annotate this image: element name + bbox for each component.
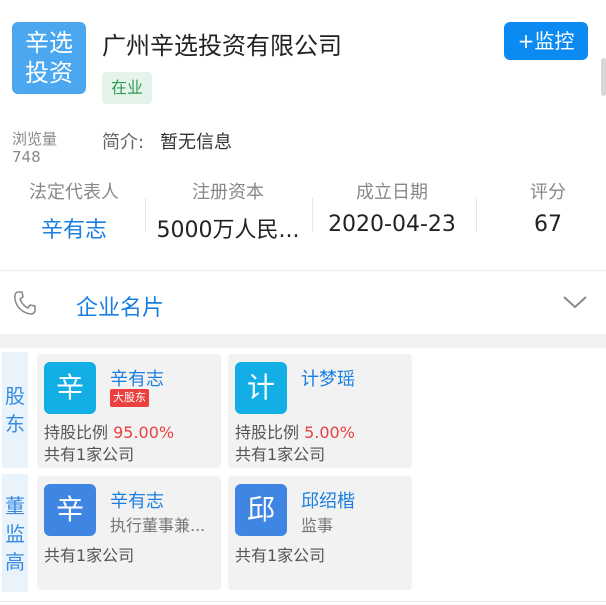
logo-line-2: 投资 bbox=[25, 59, 73, 87]
officer-card[interactable]: 邱 邱绍楷 监事 共有1家公司 bbox=[228, 476, 412, 590]
share-label: 持股比例 bbox=[44, 423, 109, 442]
share-percent: 95.00% bbox=[113, 423, 175, 442]
chevron-down-icon[interactable] bbox=[562, 294, 588, 310]
stat-legal-rep[interactable]: 法定代表人 辛有志 bbox=[8, 178, 140, 244]
officers-section-label: 董监高 bbox=[2, 474, 28, 592]
avatar: 辛 bbox=[44, 362, 96, 414]
officer-role: 执行董事兼... bbox=[110, 516, 206, 535]
avatar: 邱 bbox=[235, 484, 287, 536]
stat-registered-capital: 注册资本 5000万人民... bbox=[146, 178, 310, 244]
views-label: 浏览量 bbox=[12, 130, 58, 148]
company-count[interactable]: 共有1家公司 bbox=[235, 441, 325, 465]
legal-rep-link[interactable]: 辛有志 bbox=[8, 212, 140, 244]
monitor-button[interactable]: +监控 bbox=[504, 22, 588, 60]
company-count[interactable]: 共有1家公司 bbox=[235, 542, 325, 566]
shareholders-section-label: 股东 bbox=[2, 352, 28, 468]
officer-name[interactable]: 邱绍楷 bbox=[301, 487, 355, 513]
company-count[interactable]: 共有1家公司 bbox=[44, 441, 134, 465]
business-card-label: 企业名片 bbox=[76, 296, 165, 321]
intro-value: 暂无信息 bbox=[160, 132, 232, 153]
divider bbox=[0, 601, 606, 602]
company-name: 广州辛选投资有限公司 bbox=[102, 32, 342, 60]
phone-icon bbox=[13, 291, 36, 315]
share-ratio: 持股比例 5.00% bbox=[235, 419, 355, 443]
share-percent: 5.00% bbox=[304, 423, 355, 442]
stat-label: 法定代表人 bbox=[29, 182, 119, 203]
status-badge: 在业 bbox=[102, 72, 152, 104]
stat-label: 成立日期 bbox=[356, 182, 428, 203]
avatar: 辛 bbox=[44, 484, 96, 536]
divider bbox=[476, 198, 477, 232]
stat-score: 评分 67 bbox=[490, 178, 606, 237]
share-label: 持股比例 bbox=[235, 423, 300, 442]
views-count: 748 bbox=[12, 148, 41, 166]
intro-label: 简介: bbox=[102, 132, 145, 153]
officer-role: 监事 bbox=[301, 516, 334, 535]
shareholder-name[interactable]: 辛有志 bbox=[110, 365, 164, 391]
stat-value: 67 bbox=[534, 212, 562, 237]
scrollbar[interactable] bbox=[601, 58, 606, 96]
business-card-row[interactable]: 企业名片 bbox=[0, 278, 606, 334]
share-ratio: 持股比例 95.00% bbox=[44, 419, 174, 443]
key-stats: 法定代表人 辛有志 注册资本 5000万人民... 成立日期 2020-04-2… bbox=[0, 178, 606, 244]
section-label-text: 董监高 bbox=[5, 494, 25, 574]
divider bbox=[0, 270, 606, 271]
divider bbox=[312, 198, 313, 232]
shareholder-card[interactable]: 计 计梦瑶 持股比例 5.00% 共有1家公司 bbox=[228, 354, 412, 468]
stat-label: 评分 bbox=[530, 182, 566, 203]
section-separator bbox=[0, 334, 606, 348]
stat-value: 2020-04-23 bbox=[328, 212, 456, 237]
avatar: 计 bbox=[235, 362, 287, 414]
section-label-text: 股东 bbox=[5, 384, 25, 436]
stat-label: 注册资本 bbox=[192, 182, 264, 203]
officer-name[interactable]: 辛有志 bbox=[110, 487, 164, 513]
logo-line-1: 辛选 bbox=[25, 29, 73, 57]
major-shareholder-badge: 大股东 bbox=[110, 389, 149, 407]
officer-card[interactable]: 辛 辛有志 执行董事兼... 共有1家公司 bbox=[37, 476, 221, 590]
stat-founded-date: 成立日期 2020-04-23 bbox=[314, 178, 470, 237]
company-count[interactable]: 共有1家公司 bbox=[44, 542, 134, 566]
company-logo: 辛选 投资 bbox=[12, 22, 86, 94]
stat-value: 5000万人民... bbox=[156, 218, 300, 243]
shareholder-name[interactable]: 计梦瑶 bbox=[301, 365, 355, 391]
shareholder-card[interactable]: 辛 辛有志 大股东 持股比例 95.00% 共有1家公司 bbox=[37, 354, 221, 468]
